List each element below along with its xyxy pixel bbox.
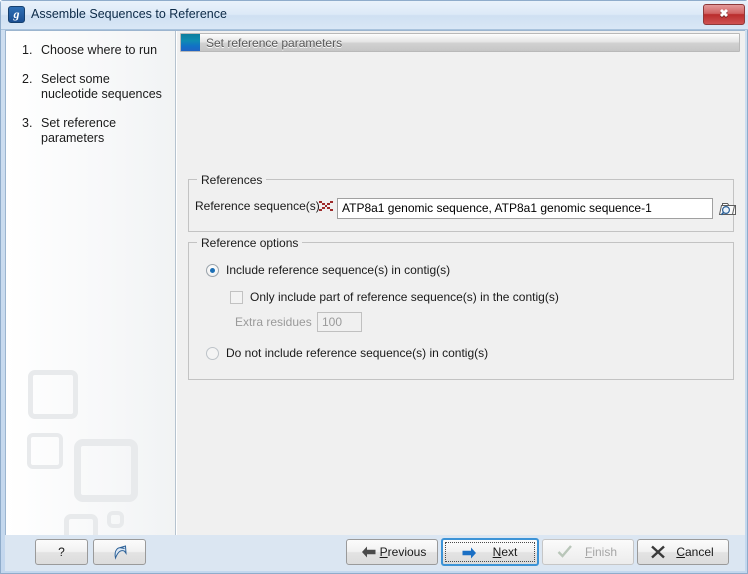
checkbox-only-include-part[interactable] <box>230 291 243 304</box>
next-button[interactable]: Next <box>441 538 539 566</box>
window-title: Assemble Sequences to Reference <box>31 7 227 21</box>
dialog-window: g Assemble Sequences to Reference ✖ 1. C… <box>0 0 748 574</box>
radio-do-not-include-reference[interactable] <box>206 347 219 360</box>
reference-sequences-label: Reference sequence(s) <box>195 199 320 213</box>
watermark-square-2 <box>27 433 63 469</box>
bottom-button-bar: ? Previous Next Finish Cancel <box>5 535 745 571</box>
references-group: References Reference sequence(s) ATP8a1 … <box>188 173 736 232</box>
close-button[interactable]: ✖ <box>703 4 745 25</box>
sidebar-step-2[interactable]: 2. Select some nucleotide sequences <box>22 72 168 102</box>
watermark-square-4 <box>64 514 98 535</box>
watermark-square-5 <box>107 511 124 528</box>
close-icon: ✖ <box>719 8 729 20</box>
help-button[interactable]: ? <box>35 539 88 565</box>
finish-label: Finish <box>584 545 618 559</box>
sidebar-step-2-label: Select some nucleotide sequences <box>41 72 162 101</box>
extra-residues-label: Extra residues <box>235 315 312 329</box>
dna-icon <box>319 201 333 211</box>
wizard-step-sidebar: 1. Choose where to run 2. Select some nu… <box>6 31 176 535</box>
reset-button[interactable] <box>93 539 146 565</box>
reference-options-group: Reference options Include reference sequ… <box>188 236 734 380</box>
sidebar-step-1[interactable]: 1. Choose where to run <box>22 43 168 58</box>
sidebar-step-3[interactable]: 3. Set reference parameters <box>22 116 168 146</box>
main-panel: Set reference parameters References Refe… <box>177 31 745 535</box>
sidebar-step-1-label: Choose where to run <box>41 43 158 57</box>
finish-button[interactable]: Finish <box>542 539 634 565</box>
previous-button[interactable]: Previous <box>346 539 438 565</box>
watermark-square-1 <box>28 370 78 419</box>
cancel-label: Cancel <box>676 545 714 559</box>
checkbox-only-include-part-label: Only include part of reference sequence(… <box>250 290 559 304</box>
next-label: Next <box>492 545 518 559</box>
reference-sequences-input[interactable]: ATP8a1 genomic sequence, ATP8a1 genomic … <box>337 198 713 219</box>
panel-header-title: Set reference parameters <box>206 36 343 50</box>
references-group-title: References <box>197 173 267 187</box>
app-icon: g <box>8 6 25 23</box>
radio-include-reference[interactable] <box>206 264 219 277</box>
reset-arrow-icon <box>114 545 127 560</box>
cancel-button[interactable]: Cancel <box>637 539 729 565</box>
extra-residues-input[interactable]: 100 <box>317 312 362 332</box>
reference-options-group-title: Reference options <box>197 236 303 250</box>
sidebar-step-3-label: Set reference parameters <box>41 116 117 145</box>
previous-label-rest: revious <box>387 545 427 559</box>
title-bar: g Assemble Sequences to Reference ✖ <box>1 1 748 30</box>
sidebar-step-1-number: 1. <box>22 43 33 57</box>
browse-folder-button[interactable] <box>717 198 739 218</box>
cancel-label-rest: ancel <box>684 545 714 559</box>
radio-do-not-include-reference-label: Do not include reference sequence(s) in … <box>226 346 489 360</box>
finish-label-rest: inish <box>592 545 618 559</box>
panel-header: Set reference parameters <box>180 33 740 52</box>
help-label: ? <box>58 545 65 559</box>
sidebar-step-2-number: 2. <box>22 72 33 86</box>
previous-label: Previous <box>379 545 427 559</box>
panel-header-icon <box>181 34 200 51</box>
radio-include-reference-label: Include reference sequence(s) in contig(… <box>226 263 451 277</box>
next-label-rest: ext <box>501 545 518 559</box>
dialog-client-area: 1. Choose where to run 2. Select some nu… <box>5 30 745 535</box>
sidebar-step-3-number: 3. <box>22 116 33 130</box>
watermark-square-3 <box>74 439 138 502</box>
